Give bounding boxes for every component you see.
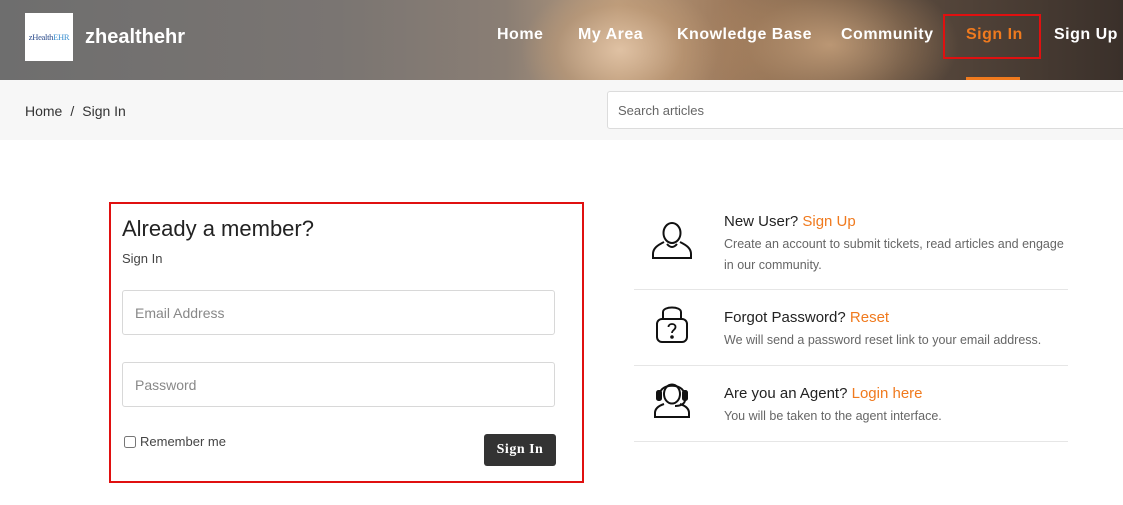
sign-in-button[interactable]: Sign In [484, 434, 556, 466]
nav-sign-up[interactable]: Sign Up [1054, 26, 1118, 44]
remember-me-label: Remember me [140, 434, 226, 449]
remember-me-checkbox[interactable] [124, 435, 136, 448]
signin-card: Already a member? Sign In Remember me Si… [109, 202, 584, 483]
remember-me[interactable]: Remember me [124, 434, 226, 449]
nav-active-underline [966, 77, 1020, 80]
sign-in-highlight-box [943, 14, 1041, 59]
sign-up-link[interactable]: Sign Up [802, 213, 855, 230]
email-field[interactable] [122, 290, 555, 335]
logo-text: zHealthEHR [28, 32, 70, 42]
agent-description: You will be taken to the agent interface… [724, 409, 942, 423]
signin-subtitle: Sign In [122, 251, 163, 266]
breadcrumb: Home / Sign In [25, 103, 126, 119]
nav-my-area[interactable]: My Area [578, 26, 643, 44]
breadcrumb-separator: / [70, 103, 75, 119]
password-field[interactable] [122, 362, 555, 407]
nav-community[interactable]: Community [841, 26, 934, 44]
reset-link[interactable]: Reset [850, 309, 889, 326]
search-input[interactable] [607, 91, 1123, 129]
nav-knowledge-base[interactable]: Knowledge Base [677, 26, 812, 44]
agent-title: Are you an Agent? Login here [724, 385, 923, 402]
breadcrumb-current: Sign In [82, 103, 126, 119]
lock-question-icon [650, 300, 694, 344]
user-icon [650, 219, 694, 263]
forgot-password-row: Forgot Password? Reset We will send a pa… [634, 290, 1068, 366]
login-here-link[interactable]: Login here [852, 385, 923, 402]
new-user-title: New User? Sign Up [724, 213, 856, 230]
brand-name[interactable]: zhealthehr [85, 26, 185, 49]
forgot-password-title: Forgot Password? Reset [724, 309, 890, 326]
signin-title: Already a member? [122, 216, 314, 241]
new-user-description: Create an account to submit tickets, rea… [724, 237, 1064, 272]
top-header: zHealthEHR zhealthehr Home My Area Knowl… [0, 0, 1123, 80]
breadcrumb-home[interactable]: Home [25, 103, 62, 119]
forgot-password-description: We will send a password reset link to yo… [724, 333, 1042, 347]
agent-headset-icon [650, 376, 694, 420]
new-user-row: New User? Sign Up Create an account to s… [634, 207, 1068, 290]
agent-row: Are you an Agent? Login here You will be… [634, 366, 1068, 442]
breadcrumb-bar: Home / Sign In [0, 80, 1123, 140]
nav-home[interactable]: Home [497, 26, 543, 44]
brand-logo[interactable]: zHealthEHR [25, 13, 73, 61]
